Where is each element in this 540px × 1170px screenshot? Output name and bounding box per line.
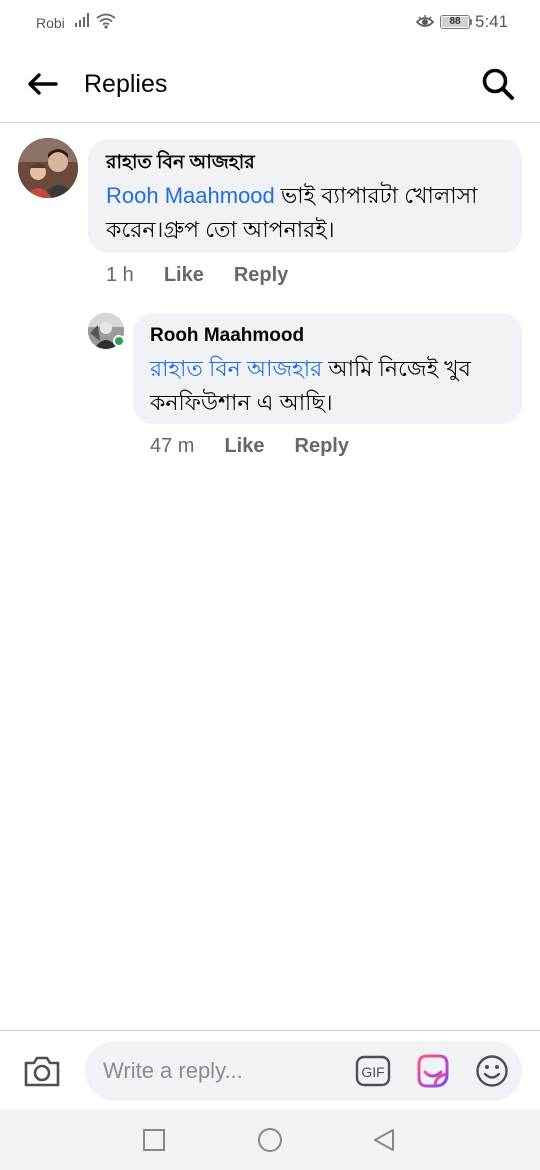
reply-input-container[interactable]: GIF [85,1041,522,1101]
comment-time: 1 h [106,264,134,286]
sticker-icon[interactable] [413,1052,451,1090]
page-title: Replies [84,70,168,98]
reply-button[interactable]: Reply [295,435,349,458]
comment-actions: 1 h Like Reply [106,264,318,287]
signal-icon [75,13,89,27]
carrier-name: Robi [36,15,65,31]
profile-photo [18,138,78,198]
mention-link[interactable]: রাহাত বিন আজহার [150,356,322,381]
eye-comfort-icon [416,15,434,27]
avatar[interactable] [18,138,78,198]
home-circle-icon[interactable] [257,1127,283,1153]
system-nav-bar [0,1110,540,1170]
gif-label: GIF [361,1064,384,1080]
back-triangle-icon[interactable] [371,1127,397,1153]
app-header: Replies [0,44,540,123]
battery-tip [470,19,472,25]
replies-screen: Robi 88 5:41 Replies রাহাত বিন আজহার Roo… [0,0,540,1170]
battery-level: 88 [442,17,468,27]
reply-button[interactable]: Reply [234,264,288,287]
gif-icon[interactable]: GIF [355,1055,391,1087]
comment-text: রাহাত বিন আজহার আমি নিজেই খুব কনফিউশান এ… [150,352,505,420]
mention-link[interactable]: Rooh Maahmood [106,183,275,208]
emoji-icon[interactable] [475,1054,509,1088]
reply-bubble[interactable]: Rooh Maahmood রাহাত বিন আজহার আমি নিজেই … [133,313,522,424]
comment-text: Rooh Maahmood ভাই ব্যাপারটা খোলাসা করেন।… [106,179,504,247]
recents-square-icon[interactable] [141,1127,167,1153]
camera-icon[interactable] [22,1053,62,1089]
online-status-dot [113,335,125,347]
search-icon[interactable] [480,66,516,102]
comment-actions: 47 m Like Reply [150,435,379,458]
comment-author[interactable]: Rooh Maahmood [150,324,505,348]
wifi-icon [96,13,116,29]
reply-composer: GIF [0,1030,540,1110]
like-button[interactable]: Like [164,264,204,287]
status-bar: Robi 88 5:41 [0,0,540,44]
clock: 5:41 [475,12,509,31]
like-button[interactable]: Like [224,435,264,458]
comment-author[interactable]: রাহাত বিন আজহার [106,151,504,175]
battery-icon: 88 [440,15,470,29]
reply-input[interactable] [103,1055,343,1087]
arrow-left-icon[interactable] [24,68,60,100]
comment-time: 47 m [150,435,195,457]
comment-bubble[interactable]: রাহাত বিন আজহার Rooh Maahmood ভাই ব্যাপা… [88,139,522,253]
